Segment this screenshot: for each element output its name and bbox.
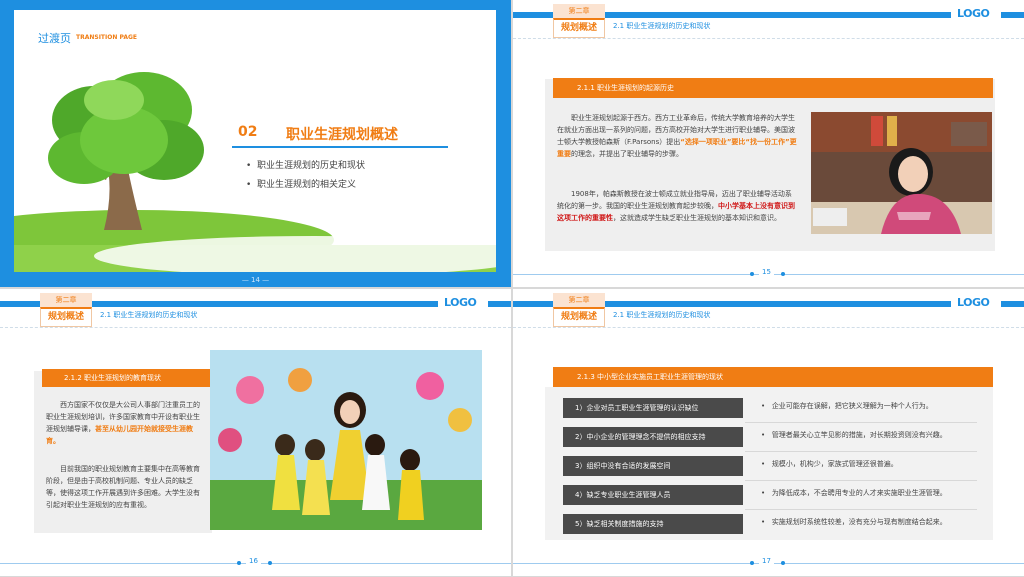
footer-dot xyxy=(781,561,785,565)
header-bar xyxy=(0,301,40,307)
row-divider xyxy=(745,480,977,481)
issue-label: 3）组织中没有合适的发展空间 xyxy=(563,456,743,476)
issue-description: • 企业可能存在误解，把它狭义理解为一种个人行为。 xyxy=(761,402,933,410)
tree-illustration xyxy=(14,72,496,272)
header-bar xyxy=(513,301,553,307)
slide-15[interactable]: LOGO 第二章 规划概述 2.1 职业生涯规划的历史和现状 2.1.1 职业生… xyxy=(513,0,1024,287)
footer-dot xyxy=(268,561,272,565)
heading-underline xyxy=(232,146,448,148)
panel-title: 2.1.1 职业生涯规划的起源历史 xyxy=(553,78,993,98)
section-subtitle: 2.1 职业生涯规划的历史和现状 xyxy=(613,311,711,319)
issue-description: • 管理者最关心立竿见影的措施，对长期投资则没有兴趣。 xyxy=(761,431,947,439)
logo: LOGO xyxy=(444,296,477,309)
section-badge: 规划概述 xyxy=(553,307,605,327)
footer-dot xyxy=(750,561,754,565)
page-number: 16 xyxy=(246,557,261,565)
chapter-label: 第二章 xyxy=(553,4,605,18)
section-subtitle: 2.1 职业生涯规划的历史和现状 xyxy=(100,311,198,319)
chapter-label: 第二章 xyxy=(553,293,605,307)
row-divider xyxy=(745,422,977,423)
section-subtitle: 2.1 职业生涯规划的历史和现状 xyxy=(613,22,711,30)
paragraph: 1908年，帕森斯教授在波士顿成立就业指导局，迈出了职业辅导活动系统化的第一步。… xyxy=(557,190,795,222)
header-bar xyxy=(92,301,438,307)
header-bar xyxy=(488,301,511,307)
header-divider xyxy=(0,327,511,328)
logo: LOGO xyxy=(957,296,990,309)
header-divider xyxy=(513,327,1024,328)
section-heading: 职业生涯规划概述 xyxy=(286,127,398,143)
issue-label: 4）缺乏专业职业生涯管理人员 xyxy=(563,485,743,505)
issue-label: 2）中小企业的管理理念不提供的相应支持 xyxy=(563,427,743,447)
panel-title: 2.1.3 中小型企业实施员工职业生涯管理的现状 xyxy=(553,367,993,387)
slide-17[interactable]: LOGO 第二章 规划概述 2.1 职业生涯规划的历史和现状 2.1.3 中小型… xyxy=(513,289,1024,576)
logo: LOGO xyxy=(957,7,990,20)
issue-description: • 规模小，机构少，家族式管理还很普遍。 xyxy=(761,460,898,468)
footer-dot xyxy=(781,272,785,276)
paragraph: 目前我国的职业规划教育主要集中在高等教育阶段，但是由于高校机制问题、专业人员的缺… xyxy=(46,465,200,509)
page-number: — 14 — xyxy=(241,276,270,284)
issue-label: 1）企业对员工职业生涯管理的认识缺位 xyxy=(563,398,743,418)
student-photo xyxy=(811,112,992,234)
paragraph: 职业生涯规划起源于西方。西方工业革命后，传统大学教育培养的大学生在就业方面出现一… xyxy=(557,114,797,158)
bullet-item: • 职业生涯规划的历史和现状 xyxy=(246,161,366,171)
page-number: 17 xyxy=(759,557,774,565)
section-badge: 规划概述 xyxy=(553,18,605,38)
row-divider xyxy=(745,509,977,510)
row-divider xyxy=(745,451,977,452)
slide-grid: 过渡页 TRANSITION PAGE 02 职业生涯规划概述 • 职业生涯规划… xyxy=(0,0,1024,577)
footer-dot xyxy=(750,272,754,276)
header-divider xyxy=(513,38,1024,39)
transition-subtitle: TRANSITION PAGE xyxy=(76,34,137,41)
page-number: 15 xyxy=(759,268,774,276)
header-bar xyxy=(1001,12,1024,18)
issue-label: 5）缺乏相关制度措施的支持 xyxy=(563,514,743,534)
slide-16[interactable]: LOGO 第二章 规划概述 2.1 职业生涯规划的历史和现状 2.1.2 职业生… xyxy=(0,289,511,576)
paragraph: 西方国家不仅仅是大公司人事部门注重员工的职业生涯规划培训，许多国家教育中开设有职… xyxy=(46,401,200,445)
header-bar xyxy=(605,12,951,18)
issue-description: • 实施规划时系统性较差，没有充分与现有制度结合起来。 xyxy=(761,518,947,526)
slide-14[interactable]: 过渡页 TRANSITION PAGE 02 职业生涯规划概述 • 职业生涯规划… xyxy=(0,0,511,287)
panel-title: 2.1.2 职业生涯规划的教育现状 xyxy=(42,369,212,387)
children-photo xyxy=(210,350,482,530)
issue-description: • 为降低成本，不会聘用专业的人才来实施职业生涯管理。 xyxy=(761,489,947,497)
header-bar xyxy=(1001,301,1024,307)
footer-dot xyxy=(237,561,241,565)
slide-canvas: 过渡页 TRANSITION PAGE 02 职业生涯规划概述 • 职业生涯规划… xyxy=(14,10,496,272)
transition-title: 过渡页 xyxy=(38,32,71,45)
section-badge: 规划概述 xyxy=(40,307,92,327)
chapter-label: 第二章 xyxy=(40,293,92,307)
header-bar xyxy=(513,12,553,18)
bullet-item: • 职业生涯规划的相关定义 xyxy=(246,180,357,190)
header-bar xyxy=(605,301,951,307)
section-number: 02 xyxy=(238,124,258,140)
